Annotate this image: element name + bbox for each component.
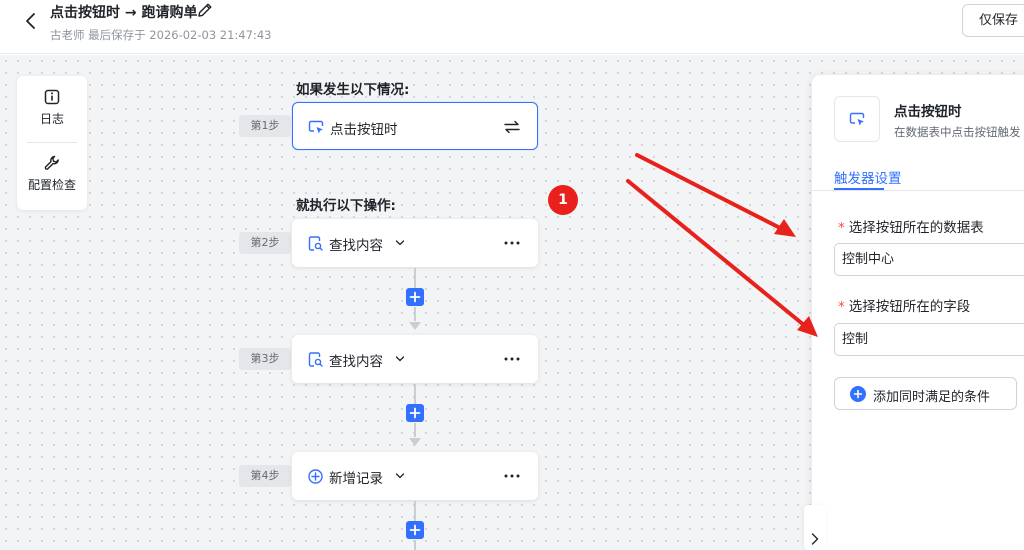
arrow-down-icon [409,322,421,330]
add-step-button[interactable] [406,288,424,306]
add-step-button[interactable] [406,521,424,539]
table-field-label: * 选择按钮所在的数据表 [838,216,984,236]
info-icon [44,89,60,105]
chevron-down-icon[interactable] [395,354,405,364]
top-bar: 点击按钮时 → 跑请购单 古老师 最后保存于 2026-02-03 21:47:… [0,0,1024,54]
action-section-label: 就执行以下操作: [296,198,396,214]
add-condition-button[interactable]: 添加同时满足的条件 [834,377,1017,410]
panel-trigger-icon-box [834,96,880,142]
connector-line [414,540,416,550]
connector-line [414,307,416,321]
add-step-button[interactable] [406,404,424,422]
toolbox-divider [27,142,77,143]
add-condition-label: 添加同时满足的条件 [873,390,991,405]
step-label-3: 查找内容 [329,354,383,370]
config-check-button[interactable]: 配置检查 [17,154,87,193]
left-toolbox: 日志 配置检查 [17,76,87,210]
page-title: 点击按钮时 → 跑请购单 [50,5,198,21]
connector-line [414,384,416,404]
chevron-down-icon[interactable] [395,471,405,481]
button-field-select[interactable]: 控制 [834,323,1024,356]
more-icon[interactable] [503,473,521,479]
wrench-icon [44,155,59,170]
step-card-3[interactable]: 查找内容 [292,335,538,383]
plus-icon [409,407,421,419]
step-tag-3: 第3步 [239,348,291,370]
connector-line [414,501,416,521]
chevron-down-icon[interactable] [395,238,405,248]
more-icon[interactable] [503,356,521,362]
required-mark: * [838,299,845,315]
log-label: 日志 [39,112,64,126]
back-arrow-icon[interactable] [22,10,40,32]
panel-title: 点击按钮时 [894,104,962,120]
panel-description: 在数据表中点击按钮触发 [894,125,1021,139]
tab-divider [812,190,1024,191]
step-tag-4: 第4步 [239,465,291,487]
add-record-icon [308,469,323,484]
chevron-right-icon [811,533,819,545]
save-only-button[interactable]: 仅保存 [962,4,1024,37]
swap-trigger-icon[interactable] [503,118,521,136]
find-record-icon [308,236,323,251]
button-field-label: * 选择按钮所在的字段 [838,295,970,315]
plus-circle-icon [850,386,866,402]
annotation-marker: 1 [548,185,578,215]
step-tag-1: 第1步 [239,115,291,137]
required-mark: * [838,220,845,236]
trigger-config-panel: 点击按钮时 在数据表中点击按钮触发 触发器设置 * 选择按钮所在的数据表 控制中心… [812,75,1024,550]
find-record-icon [308,352,323,367]
button-click-icon [308,120,324,134]
step-card-2[interactable]: 查找内容 [292,219,538,267]
trigger-label: 点击按钮时 [330,122,398,138]
more-icon[interactable] [503,240,521,246]
condition-section-label: 如果发生以下情况: [296,82,410,98]
panel-collapse-toggle[interactable] [804,505,826,550]
edit-icon[interactable] [196,1,214,19]
plus-icon [409,524,421,536]
step-card-4[interactable]: 新增记录 [292,452,538,500]
table-select[interactable]: 控制中心 [834,243,1024,276]
step-tag-2: 第2步 [239,232,291,254]
config-check-label: 配置检查 [27,178,76,192]
plus-icon [409,291,421,303]
button-click-icon [849,112,865,126]
button-field-label-text: 选择按钮所在的字段 [848,299,971,315]
last-saved-info: 古老师 最后保存于 2026-02-03 21:47:43 [50,28,272,42]
table-field-label-text: 选择按钮所在的数据表 [848,220,984,236]
connector-line [414,268,416,288]
tab-trigger-settings[interactable]: 触发器设置 [834,167,902,187]
arrow-down-icon [409,438,421,446]
log-button[interactable]: 日志 [17,88,87,127]
step-label-2: 查找内容 [329,238,383,254]
step-label-4: 新增记录 [329,471,383,487]
trigger-card[interactable]: 点击按钮时 [292,102,538,150]
connector-line [414,423,416,437]
